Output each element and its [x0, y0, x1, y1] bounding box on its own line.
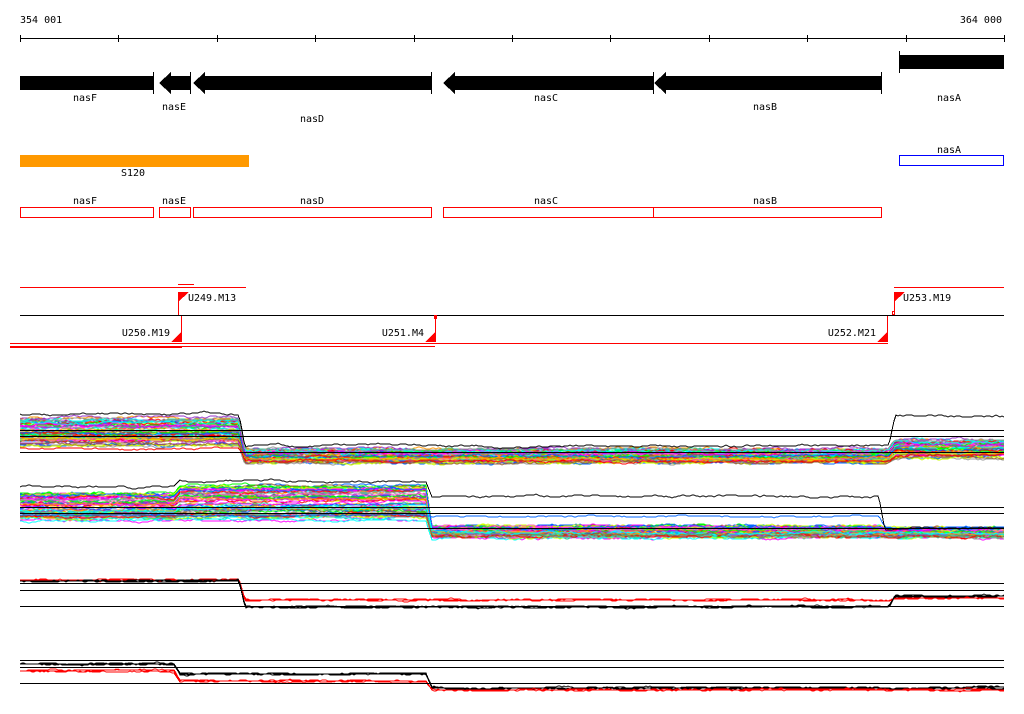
gene-label: nasC	[534, 93, 558, 104]
ruler: 354 001 364 000	[20, 15, 1005, 42]
gene-track: nasF nasE nasD nasC nasB nasA	[20, 51, 1004, 125]
ruler-start-label: 354 001	[20, 15, 62, 26]
ruler-end-label: 364 000	[960, 15, 1002, 26]
operon-box-nasD[interactable]: nasD	[193, 196, 432, 218]
operon-label: nasD	[300, 196, 324, 207]
gene-nasB[interactable]: nasB	[653, 72, 882, 113]
tu-label: U253.M19	[903, 293, 951, 304]
operon-box-nasE[interactable]: nasE	[159, 196, 191, 218]
gene-nasE[interactable]: nasE	[159, 72, 191, 113]
tu-U250-M19[interactable]: U250.M19	[122, 316, 182, 342]
operon-label: nasB	[753, 196, 777, 207]
operon-label: nasA	[937, 145, 961, 156]
operon-label: nasE	[162, 196, 186, 207]
operon-box-nasB[interactable]: nasB	[653, 196, 882, 218]
gene-nasF[interactable]: nasF	[20, 72, 154, 104]
gene-nasD[interactable]: nasD	[193, 72, 432, 125]
genome-browser-canvas: 354 001 364 000 nasF nasE nasD nasC nasB…	[10, 15, 1005, 693]
tu-label: U250.M19	[122, 328, 170, 339]
tu-U252-M21[interactable]: U252.M21	[828, 316, 888, 342]
expression-profile-line	[20, 579, 1005, 610]
expression-profile-line	[19, 662, 1004, 690]
operon-reverse-track: nasF nasE nasD nasC nasB	[20, 196, 882, 218]
expression-track-forward-selected	[20, 578, 1005, 610]
expression-profile-line	[20, 579, 1004, 609]
transcription-unit-track: U249.M13 U250.M19 U251.M4 U252.M21 U253.…	[10, 284, 1004, 348]
operon-label: nasF	[73, 196, 97, 207]
gene-nasA[interactable]: nasA	[899, 51, 1004, 104]
tu-U251-M4[interactable]: U251.M4	[382, 315, 437, 342]
operon-box-nasC[interactable]: nasC	[443, 196, 654, 218]
expression-profile-line	[20, 661, 1004, 691]
expression-track-reverse-selected	[19, 660, 1005, 693]
expression-profile-line	[20, 579, 1004, 609]
gene-label: nasD	[300, 114, 324, 125]
tu-label: U252.M21	[828, 328, 876, 339]
regulon-S120[interactable]: S120	[20, 155, 249, 179]
start-flag-icon	[171, 331, 182, 342]
operon-box-nasF[interactable]: nasF	[20, 196, 154, 218]
gene-label: nasE	[162, 102, 186, 113]
gene-label: nasA	[937, 93, 961, 104]
expression-track-reverse-all	[19, 478, 1005, 541]
tu-U253-M19[interactable]: U253.M19	[892, 292, 952, 315]
start-flag-icon	[425, 331, 436, 342]
expression-profile-line	[20, 662, 1004, 690]
operon-label: nasC	[534, 196, 558, 207]
gene-nasC[interactable]: nasC	[443, 72, 653, 104]
tu-label: U249.M13	[188, 293, 236, 304]
expression-track-forward-all	[19, 410, 1005, 466]
regulon-label: S120	[121, 168, 145, 179]
tu-U249-M13[interactable]: U249.M13	[178, 292, 236, 315]
tu-label: U251.M4	[382, 328, 424, 339]
operon-forward-nasA[interactable]: nasA	[899, 145, 1004, 166]
gene-label: nasB	[753, 102, 777, 113]
start-flag-icon	[877, 331, 888, 342]
gene-label: nasF	[73, 93, 97, 104]
